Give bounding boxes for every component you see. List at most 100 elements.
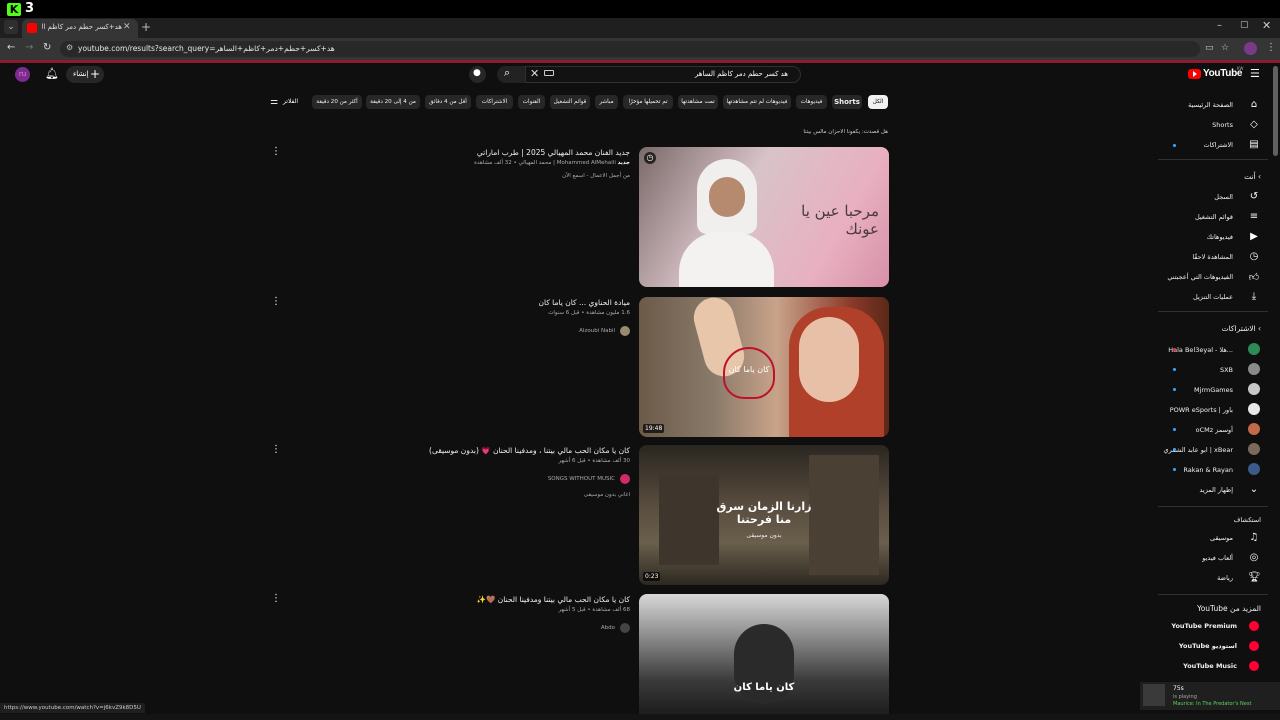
sidebar-item-playlists[interactable]: قوائم التشغيل [1195,213,1233,221]
channel-avatar[interactable] [620,326,630,336]
result-more-icon[interactable]: ⋮ [271,444,281,455]
keyboard-icon[interactable] [544,70,554,76]
result-title[interactable]: ميادة الحناوي ... كان ياما كان [538,298,630,307]
gaming-icon: ◎ [1249,552,1259,563]
channel-name[interactable]: Mohammed AlMehaili | محمد المهيالي [519,160,616,166]
clear-search-icon[interactable]: ✕ [530,67,539,80]
result-thumbnail[interactable]: زارنا الزمان سرق منا فرحتنا بدون موسيقى … [639,445,889,585]
result-thumbnail[interactable]: كان ياما كان [639,594,889,718]
search-button[interactable] [497,66,525,83]
site-info-icon[interactable]: ⚙ [66,43,73,52]
back-icon[interactable]: ← [7,42,15,53]
chip-subscriptions[interactable]: الاشتراكات [476,95,513,109]
chip-channels[interactable]: القنوات [518,95,545,109]
sidebar-sub-hala[interactable]: Hala Bel3eyal - هلا... [1168,346,1233,354]
chip-over-20-min[interactable]: أكثر من 20 دقيقة [312,95,362,109]
sidebar-item-studio[interactable]: استوديو YouTube [1179,642,1237,650]
chip-all[interactable]: الكل [868,95,888,109]
filters-button[interactable]: الفلاتر [283,98,298,105]
sidebar-sub-sxb[interactable]: SXB [1220,366,1233,374]
tab-close-icon[interactable]: ✕ [123,22,131,32]
video-duration: 19:48 [643,424,665,433]
reload-icon[interactable]: ↻ [43,42,51,53]
result-channel[interactable]: جديد Mohammed AlMehaili | محمد المهيالي … [474,160,630,166]
channel-name[interactable]: Alzoubi Nabil [579,328,615,334]
browser-profile-avatar[interactable] [1244,42,1257,55]
chevron-down-icon: ⌄ [1249,484,1259,495]
sidebar-divider [1158,506,1268,507]
sidebar-sub-ocmz[interactable]: oCMz أوسمز [1196,426,1233,434]
sidebar-item-gaming[interactable]: ألعاب فيديو [1202,554,1233,562]
channel-name[interactable]: SONGS WITHOUT MUSIC [548,476,615,482]
result-more-icon[interactable]: ⋮ [271,146,281,157]
sidebar-item-shorts[interactable]: Shorts [1212,121,1233,129]
new-content-dot [1173,388,1176,391]
chip-live[interactable]: مباشر [595,95,618,109]
did-you-mean[interactable]: هل قصدت: يكفونا الاحزان مالس بيتنا [690,129,888,135]
now-playing-status: is playing [1173,694,1197,700]
sidebar-item-yt-music[interactable]: YouTube Music [1183,662,1237,670]
chip-4-20-min[interactable]: من 4 إلى 20 دقيقة [366,95,420,109]
tab-search-icon[interactable]: ⌄ [4,20,18,34]
channel-avatar[interactable] [620,623,630,633]
channel-name[interactable]: Abdo [601,625,615,631]
sidebar-sub-mjrm[interactable]: MjrmGames [1194,386,1233,394]
chip-recently-uploaded[interactable]: تم تحميلها مؤخرًا [623,95,673,109]
result-thumbnail[interactable]: مرحبا عين يا عونك ◷ [639,147,889,287]
microphone-icon: ● [473,68,481,78]
chip-videos[interactable]: فيديوهات [796,95,827,109]
cast-icon[interactable]: ▭ [1205,43,1214,53]
sidebar-subs-header[interactable]: الاشتراكات ‹ [1222,324,1261,333]
watch-later-icon[interactable]: ◷ [644,152,656,164]
new-tab-icon[interactable]: + [141,20,151,34]
sidebar-sub-powr[interactable]: POWR eSports | باور [1170,406,1233,414]
sidebar-item-watch-later[interactable]: المشاهدة لاحقًا [1192,253,1233,261]
sidebar-item-liked[interactable]: الفيديوهات التي أعجبتني [1167,273,1233,281]
channel-avatar[interactable] [620,474,630,484]
thumbnail-face [799,317,859,402]
window-close-icon[interactable]: ✕ [1262,19,1271,32]
sidebar-item-home[interactable]: الصفحة الرئيسية [1188,101,1233,109]
browser-menu-icon[interactable]: ⋮ [1266,42,1276,53]
filter-icon[interactable]: ⚌ [270,97,278,107]
thumbnail-wall [809,455,879,575]
chip-unwatched[interactable]: فيديوهات لم تتم مشاهدتها [723,95,791,109]
search-value[interactable]: هد كسر حطم دمر كاظم الساهر [600,70,788,78]
address-url[interactable]: youtube.com/results?search_query=هد+كسر+… [78,44,335,53]
sidebar-item-history[interactable]: السجل [1214,193,1233,201]
channel-avatar [1248,463,1260,475]
kick-app-icon[interactable]: K [7,3,21,16]
chip-shorts[interactable]: Shorts [832,95,862,109]
chip-playlists[interactable]: قوائم التشغيل [550,95,590,109]
home-icon: ⌂ [1250,99,1258,110]
sidebar-item-downloads[interactable]: عمليات التنزيل [1193,293,1233,301]
guide-menu-icon[interactable]: ☰ [1250,67,1260,80]
result-more-icon[interactable]: ⋮ [271,593,281,604]
result-title[interactable]: كان يا مكان الحب مالي بيتنا ومدفينا الحن… [477,595,630,604]
result-thumbnail[interactable]: كان ياما كان 19:48 [639,297,889,437]
sidebar-sub-rakan[interactable]: Rakan & Rayan [1183,466,1233,474]
sidebar-scrollbar[interactable] [1273,66,1278,156]
window-maximize-icon[interactable]: ▢ [1240,20,1249,30]
sidebar-item-premium[interactable]: YouTube Premium [1171,622,1237,630]
bookmark-star-icon[interactable]: ☆ [1221,43,1229,53]
music-icon: ♫ [1249,532,1259,543]
create-label: إنشاء [73,70,89,78]
sidebar-show-more[interactable]: إظهار المزيد [1199,486,1233,494]
window-minimize-icon[interactable]: – [1217,20,1222,31]
chip-watched[interactable]: تمت مشاهدتها [678,95,718,109]
notifications-icon[interactable]: 🔔︎ [45,67,59,80]
sidebar-item-your-videos[interactable]: فيديوهاتك [1207,233,1233,241]
sidebar-item-music[interactable]: موسيقى [1210,534,1233,542]
thumbnail-caption: كان ياما كان [728,365,770,374]
chip-under-4-min[interactable]: أقل من 4 دقائق [425,95,471,109]
forward-icon[interactable]: → [25,42,33,53]
sidebar-item-subscriptions[interactable]: الاشتراكات [1203,141,1233,149]
sidebar-you-header[interactable]: أنت ‹ [1244,172,1261,181]
result-title[interactable]: جديد الفنان محمد المهيالي 2025 | طرب اما… [477,148,630,157]
result-description: من أجمل الاعمال - اسمع الآن [562,173,630,179]
result-title[interactable]: كان يا مكان الحب مالي بيتنا ، ومدفينا ال… [429,446,630,455]
result-more-icon[interactable]: ⋮ [271,296,281,307]
sidebar-item-sports[interactable]: رياضة [1217,574,1233,582]
account-avatar[interactable]: ru [15,67,30,82]
